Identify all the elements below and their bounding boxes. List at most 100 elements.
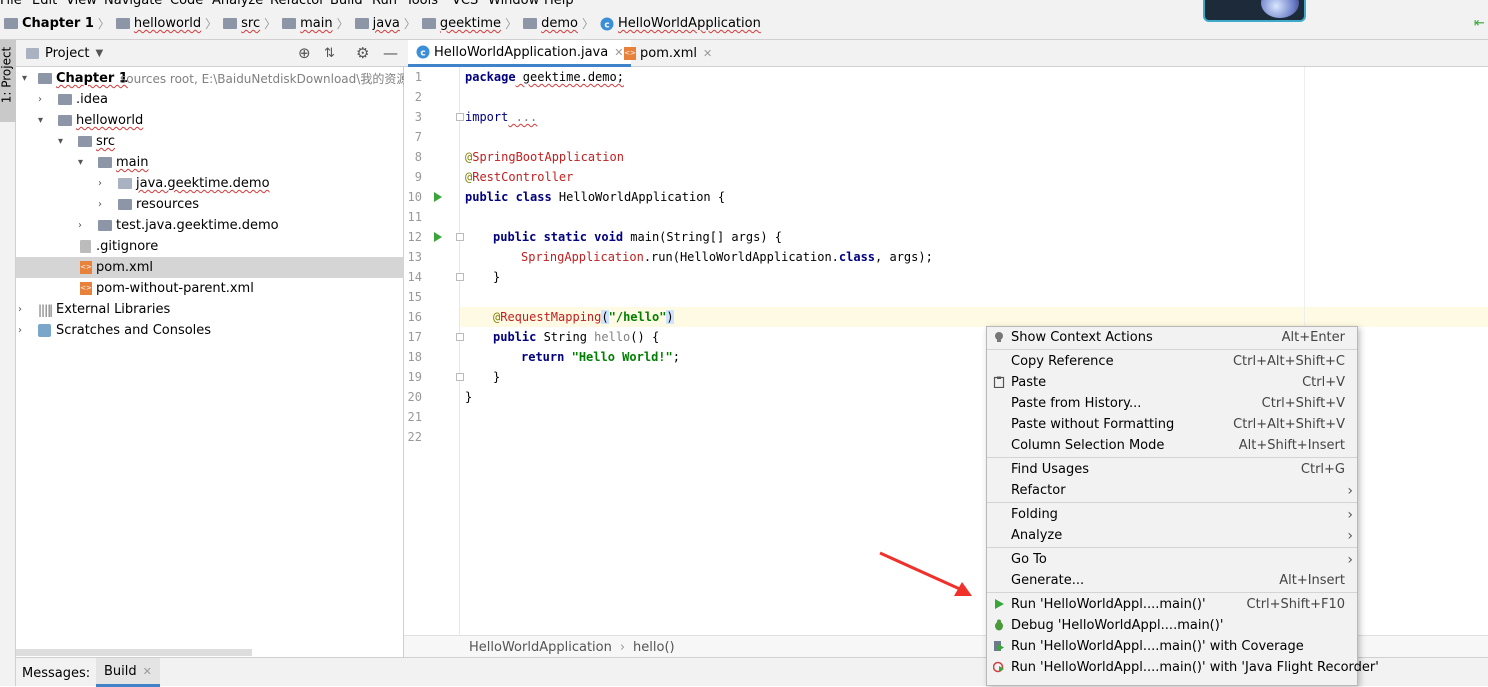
chevron-down-icon[interactable]: ▾ — [58, 136, 68, 147]
horizontal-scrollbar[interactable] — [16, 649, 252, 656]
close-icon[interactable]: ✕ — [143, 665, 152, 678]
code-line: import ... — [465, 110, 538, 124]
run-gutter-icon[interactable] — [434, 232, 442, 242]
chevron-down-icon[interactable]: ▾ — [22, 73, 32, 84]
close-icon[interactable]: ✕ — [703, 47, 712, 60]
menu-vcs[interactable]: VCS — [452, 0, 478, 8]
breadcrumb-src[interactable]: src 〉 — [223, 15, 276, 32]
folder-icon — [223, 18, 238, 29]
menu-item-folding[interactable]: Folding › — [987, 504, 1357, 525]
menu-file[interactable]: File — [0, 0, 22, 8]
menu-item-run-with-coverage[interactable]: Run 'HelloWorldAppl....main()' with Cove… — [987, 636, 1357, 657]
breadcrumb-helloworld[interactable]: helloworld 〉 — [115, 15, 217, 32]
breadcrumb-chapter-1[interactable]: Chapter 1 〉 — [4, 15, 110, 32]
chevron-right-icon: › — [1347, 551, 1353, 568]
menu-refactor[interactable]: Refactor — [270, 0, 325, 8]
menu-navigate[interactable]: Navigate — [104, 0, 162, 8]
tree-item-pom-xml[interactable]: <> pom.xml — [16, 257, 404, 278]
chevron-down-icon[interactable]: ▾ — [38, 115, 48, 126]
debug-icon — [995, 619, 1003, 631]
tree-item-helloworld[interactable]: ▾ helloworld — [16, 110, 404, 131]
tree-item-test-java-geektime-demo[interactable]: › test.java.geektime.demo — [16, 215, 404, 236]
menu-edit[interactable]: Edit — [32, 0, 57, 8]
collapse-all-icon[interactable]: ⇅ — [324, 46, 335, 61]
fold-icon[interactable] — [456, 273, 464, 281]
folder-icon — [98, 220, 112, 231]
menu-item-paste-from-history[interactable]: Paste from History... Ctrl+Shift+V — [987, 393, 1357, 414]
project-tool-tab[interactable]: 1: Project — [0, 40, 16, 122]
tree-item-chapter-1[interactable]: ▾ Chapter 1 sources root, E:\BaiduNetdis… — [16, 68, 404, 89]
menu-item-show-context-actions[interactable]: Show Context Actions Alt+Enter — [987, 327, 1357, 348]
fold-icon[interactable] — [456, 373, 464, 381]
menu-item-analyze[interactable]: Analyze › — [987, 525, 1357, 546]
tab-helloworldapplication-java[interactable]: c HelloWorldApplication.java ✕ — [408, 40, 632, 67]
folder-icon — [58, 115, 72, 126]
breadcrumb-geektime[interactable]: geektime 〉 — [421, 15, 517, 32]
menu-item-paste-without-formatting[interactable]: Paste without Formatting Ctrl+Alt+Shift+V — [987, 414, 1357, 435]
breadcrumb-main[interactable]: main 〉 — [282, 15, 349, 32]
menu-item-generate[interactable]: Generate... Alt+Insert — [987, 570, 1357, 591]
menu-item-paste[interactable]: Paste Ctrl+V — [987, 372, 1357, 393]
menu-analyze[interactable]: Analyze — [212, 0, 263, 8]
tree-item-main[interactable]: ▾ main — [16, 152, 404, 173]
folder-icon — [282, 18, 297, 29]
menu-item-refactor[interactable]: Refactor › — [987, 480, 1357, 501]
folder-icon — [38, 73, 52, 84]
locate-icon[interactable]: ⊕ — [298, 44, 311, 62]
menu-item-column-selection-mode[interactable]: Column Selection Mode Alt+Shift+Insert — [987, 435, 1357, 456]
context-menu: Show Context Actions Alt+Enter Copy Refer… — [986, 326, 1379, 686]
chevron-right-icon: › — [619, 640, 626, 655]
chevron-right-icon[interactable]: › — [18, 304, 28, 315]
libraries-icon: |||‖ — [38, 302, 53, 317]
breadcrumb-helloworldapplication[interactable]: c HelloWorldApplication — [600, 16, 761, 31]
chevron-right-icon[interactable]: › — [18, 325, 28, 336]
chevron-right-icon[interactable]: › — [78, 220, 88, 231]
menu-run[interactable]: Run — [372, 0, 397, 8]
menu-item-go-to[interactable]: Go To › — [987, 549, 1357, 570]
code-line: @RestController — [465, 170, 574, 184]
menu-window[interactable]: Window — [488, 0, 539, 8]
gear-icon[interactable]: ⚙ — [356, 44, 369, 62]
chevron-right-icon[interactable]: › — [98, 199, 108, 210]
tab-pom-xml[interactable]: <> pom.xml ✕ — [616, 40, 720, 67]
run-gutter-icon[interactable] — [434, 192, 442, 202]
tree-item-src[interactable]: ▾ src — [16, 131, 404, 152]
tree-item-gitignore[interactable]: .gitignore — [16, 236, 404, 257]
code-line: public class HelloWorldApplication { — [465, 190, 726, 204]
menu-item-find-usages[interactable]: Find Usages Ctrl+G — [987, 459, 1357, 480]
maven-file-icon: <> — [80, 261, 92, 274]
editor-tabs: c HelloWorldApplication.java ✕ <> pom.xm… — [404, 40, 1488, 67]
xml-file-icon: <> — [80, 282, 92, 295]
chevron-down-icon[interactable]: ▼ — [95, 48, 103, 59]
tab-build[interactable]: Build ✕ — [96, 658, 160, 687]
tree-item-pom-without-parent[interactable]: <> pom-without-parent.xml — [16, 278, 404, 299]
fold-icon[interactable] — [456, 233, 464, 241]
chevron-down-icon[interactable]: ▾ — [78, 157, 88, 168]
menu-view[interactable]: View — [66, 0, 97, 8]
chevron-right-icon[interactable]: › — [98, 178, 108, 189]
menu-item-run-with-jfr[interactable]: Run 'HelloWorldAppl....main()' with 'Jav… — [987, 657, 1379, 678]
tree-item-idea[interactable]: › .idea — [16, 89, 404, 110]
menu-code[interactable]: Code — [170, 0, 203, 8]
breadcrumb-class[interactable]: HelloWorldApplication — [469, 640, 612, 655]
breadcrumb-method[interactable]: hello() — [633, 640, 675, 655]
fold-icon[interactable] — [456, 333, 464, 341]
minimize-icon[interactable]: — — [383, 44, 398, 62]
menu-tools[interactable]: Tools — [406, 0, 438, 8]
project-view-selector[interactable]: Project — [45, 46, 89, 61]
fold-icon[interactable] — [456, 113, 464, 121]
menu-item-run-main[interactable]: Run 'HelloWorldAppl....main()' Ctrl+Shift… — [987, 594, 1357, 615]
back-arrow-icon[interactable]: ⇤ — [1474, 16, 1485, 31]
menu-item-copy-reference[interactable]: Copy Reference Ctrl+Alt+Shift+C — [987, 351, 1357, 372]
menu-help[interactable]: Help — [544, 0, 574, 8]
tree-item-scratches[interactable]: › Scratches and Consoles — [16, 320, 404, 341]
project-panel-header: Project ▼ ⊕ ⇅ ⚙ — — [16, 40, 404, 67]
tree-item-java-geektime-demo[interactable]: › java.geektime.demo — [16, 173, 404, 194]
menu-build[interactable]: Build — [330, 0, 363, 8]
chevron-right-icon[interactable]: › — [38, 94, 48, 105]
tree-item-resources[interactable]: › resources — [16, 194, 404, 215]
breadcrumb-java[interactable]: java 〉 — [354, 15, 416, 32]
menu-item-debug-main[interactable]: Debug 'HelloWorldAppl....main()' — [987, 615, 1357, 636]
tree-item-external-libraries[interactable]: › |||‖ External Libraries — [16, 299, 404, 320]
breadcrumb-demo[interactable]: demo 〉 — [523, 15, 594, 32]
